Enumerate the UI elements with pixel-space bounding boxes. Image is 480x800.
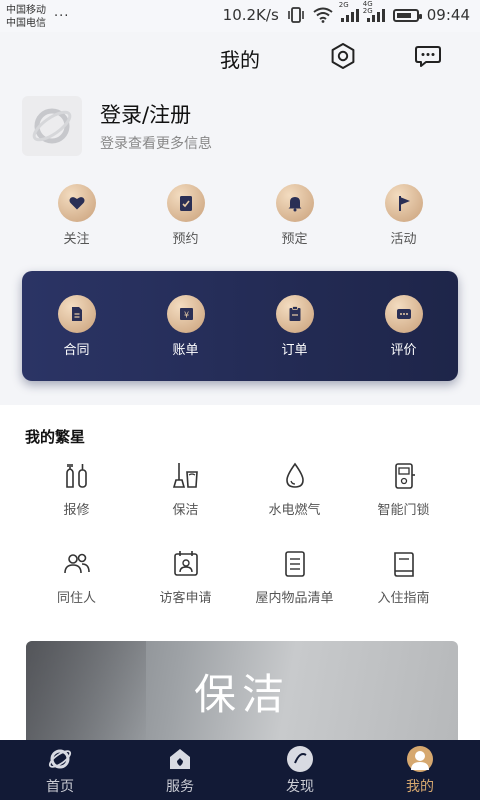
quick-item-activity[interactable]: 活动 bbox=[349, 184, 458, 248]
service-label: 智能门锁 bbox=[377, 503, 430, 518]
service-roommates[interactable]: 同住人 bbox=[22, 549, 131, 606]
document-icon bbox=[57, 294, 96, 333]
service-utilities[interactable]: 水电燃气 bbox=[240, 461, 349, 518]
service-label: 访客申请 bbox=[159, 591, 212, 606]
card-item-order[interactable]: 订单 bbox=[240, 294, 349, 358]
service-label: 水电燃气 bbox=[268, 503, 321, 518]
clock: 09:44 bbox=[426, 6, 470, 24]
card-item-review[interactable]: 评价 bbox=[349, 294, 458, 358]
nav-label: 我的 bbox=[406, 779, 434, 795]
vibrate-icon bbox=[287, 7, 304, 23]
avatar[interactable] bbox=[22, 96, 82, 156]
nav-label: 服务 bbox=[166, 779, 194, 795]
service-label: 报修 bbox=[63, 503, 90, 518]
quick-item-appointment[interactable]: 预约 bbox=[131, 184, 240, 248]
card-label: 订单 bbox=[281, 342, 308, 358]
login-register-link[interactable]: 登录/注册 bbox=[100, 99, 191, 129]
nav-label: 发现 bbox=[286, 779, 314, 795]
home-planet-icon bbox=[47, 746, 73, 772]
quick-label: 关注 bbox=[63, 232, 90, 247]
signal-1: 2G bbox=[339, 1, 359, 22]
service-label: 入住指南 bbox=[377, 591, 430, 606]
services-row-2: 同住人 访客申请 屋内物品清单 入住指南 bbox=[22, 549, 458, 606]
chat-icon[interactable] bbox=[414, 42, 442, 70]
quick-label: 预约 bbox=[172, 232, 199, 247]
card-item-contract[interactable]: 合同 bbox=[22, 294, 131, 358]
service-inventory[interactable]: 屋内物品清单 bbox=[240, 549, 349, 606]
clipboard-check-icon bbox=[166, 184, 205, 222]
card-label: 合同 bbox=[63, 342, 90, 358]
status-bar: 中国移动 中国电信 ... 10.2K/s 2G 4G 2G 09:44 bbox=[0, 0, 480, 32]
battery-icon bbox=[392, 8, 422, 22]
page-title: 我的 bbox=[220, 48, 260, 72]
order-icon bbox=[275, 294, 314, 333]
card-label: 评价 bbox=[390, 342, 417, 358]
heart-icon bbox=[57, 184, 96, 222]
svg-text:¥: ¥ bbox=[183, 310, 188, 319]
banner-area: 保洁 bbox=[0, 617, 480, 751]
cleaning-banner[interactable]: 保洁 bbox=[26, 641, 458, 751]
nav-label: 首页 bbox=[46, 779, 74, 795]
my-services-section: 我的繁星 报修 保洁 水电燃气 智能门锁 同住人 访客申请 屋内物品清单 入住指… bbox=[0, 405, 480, 617]
carrier-info: 中国移动 中国电信 bbox=[6, 4, 46, 30]
service-visitor[interactable]: 访客申请 bbox=[131, 549, 240, 606]
yen-bill-icon: ¥ bbox=[166, 294, 205, 333]
person-icon bbox=[407, 746, 433, 772]
service-label: 同住人 bbox=[56, 591, 96, 606]
nav-discover[interactable]: 发现 bbox=[240, 740, 360, 800]
comment-icon bbox=[384, 294, 423, 333]
top-header: 我的 bbox=[0, 32, 480, 82]
signal-1-bars-icon bbox=[340, 8, 359, 22]
more-notifications-icon: ... bbox=[54, 5, 70, 20]
banner-title: 保洁 bbox=[193, 670, 290, 719]
nav-home[interactable]: 首页 bbox=[0, 740, 120, 800]
service-house-icon bbox=[167, 746, 193, 772]
signal-2-label: 4G 2G bbox=[362, 0, 373, 15]
signal-1-label: 2G bbox=[338, 1, 349, 9]
service-smart-lock[interactable]: 智能门锁 bbox=[349, 461, 458, 518]
section-title: 我的繁星 bbox=[25, 428, 86, 446]
quick-item-follow[interactable]: 关注 bbox=[22, 184, 131, 248]
quick-label: 预定 bbox=[281, 232, 308, 247]
net-speed: 10.2K/s bbox=[222, 6, 279, 24]
card-item-bill[interactable]: ¥ 账单 bbox=[131, 294, 240, 358]
signal-2: 4G 2G bbox=[363, 1, 385, 22]
service-label: 保洁 bbox=[172, 503, 199, 518]
repair-icon bbox=[65, 464, 87, 488]
avatar-logo-icon bbox=[32, 108, 72, 144]
discover-icon bbox=[287, 746, 313, 772]
status-indicators: 10.2K/s 2G 4G 2G 09:44 bbox=[222, 1, 470, 25]
carrier-2: 中国电信 bbox=[6, 18, 46, 29]
login-hint: 登录查看更多信息 bbox=[100, 136, 212, 152]
nav-mine[interactable]: 我的 bbox=[360, 740, 480, 800]
service-cleaning[interactable]: 保洁 bbox=[131, 461, 240, 518]
card-label: 账单 bbox=[172, 342, 199, 358]
quick-item-reserve[interactable]: 预定 bbox=[240, 184, 349, 248]
service-guide[interactable]: 入住指南 bbox=[349, 549, 458, 606]
flag-icon bbox=[384, 184, 423, 222]
bell-icon bbox=[275, 184, 314, 222]
door-lock-icon bbox=[394, 463, 415, 489]
order-card: 合同 ¥ 账单 订单 评价 bbox=[22, 271, 458, 381]
wifi-icon bbox=[313, 7, 333, 23]
people-icon bbox=[63, 553, 90, 574]
gear-icon[interactable] bbox=[329, 42, 357, 70]
list-icon bbox=[284, 551, 305, 577]
quick-label: 活动 bbox=[390, 232, 417, 247]
carrier-1: 中国移动 bbox=[6, 5, 46, 16]
service-repair[interactable]: 报修 bbox=[22, 461, 131, 518]
service-label: 屋内物品清单 bbox=[255, 591, 334, 606]
guide-icon bbox=[393, 552, 414, 577]
water-drop-icon bbox=[285, 462, 304, 488]
bottom-nav: 首页 服务 发现 我的 bbox=[0, 740, 480, 800]
quick-actions: 关注 预约 预定 活动 bbox=[22, 184, 458, 248]
services-row-1: 报修 保洁 水电燃气 智能门锁 bbox=[22, 461, 458, 518]
cleaning-icon bbox=[172, 463, 198, 488]
visitor-icon bbox=[173, 551, 198, 576]
nav-service[interactable]: 服务 bbox=[120, 740, 240, 800]
